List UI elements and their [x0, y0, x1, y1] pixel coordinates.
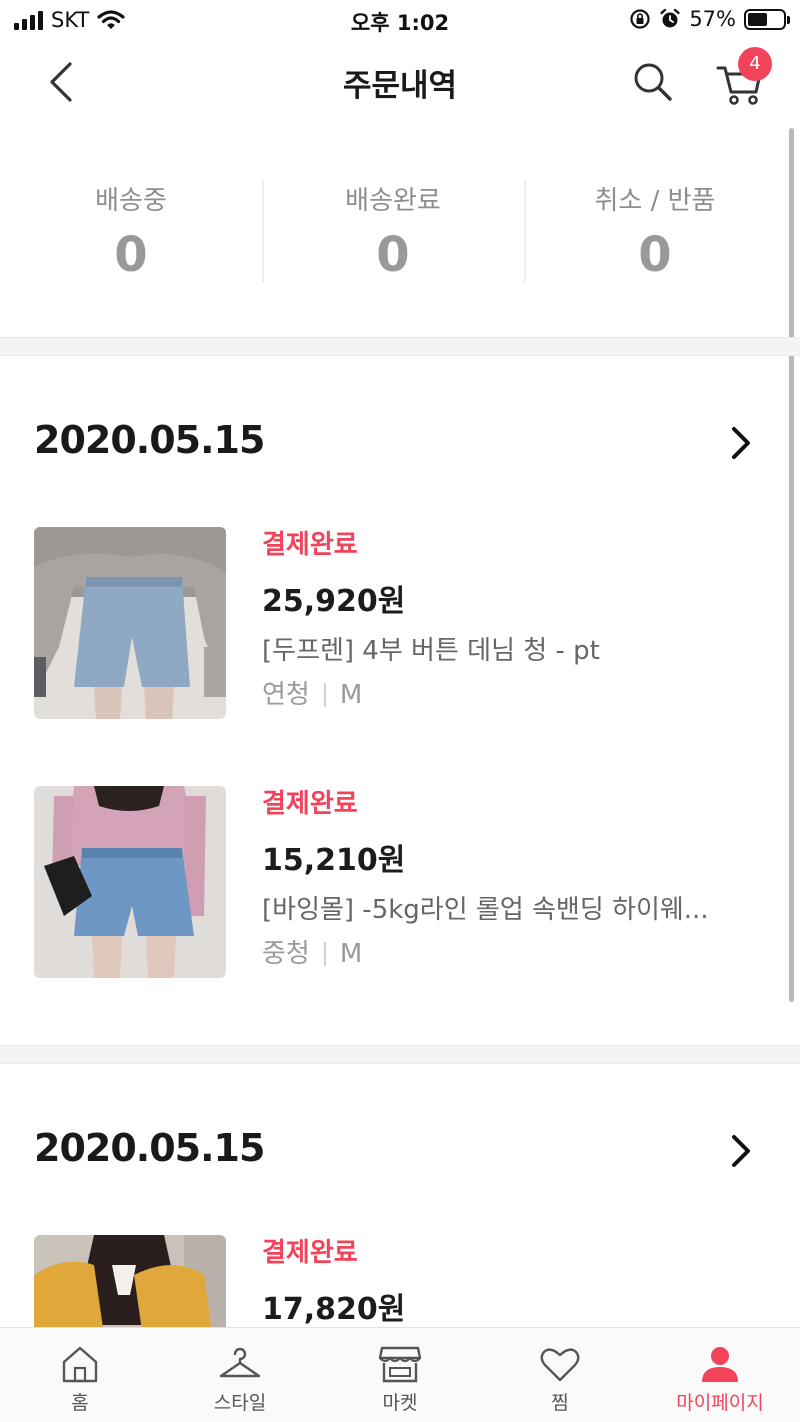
scrollbar[interactable]: [789, 128, 794, 1002]
cart-count-badge: 4: [738, 47, 772, 81]
item-color: 연청: [262, 680, 310, 710]
payment-status: 결제완료: [262, 530, 358, 560]
item-price: 25,920원: [262, 584, 406, 619]
summary-shipping[interactable]: 배송중 0: [0, 150, 262, 310]
tab-home[interactable]: 홈: [0, 1328, 160, 1422]
payment-status: 결제완료: [262, 789, 358, 819]
status-bar: SKT 오후 1:02 57%: [0, 0, 800, 40]
order-date: 2020.05.15: [34, 418, 265, 462]
summary-count: 0: [638, 227, 672, 283]
summary-count: 0: [114, 227, 148, 283]
summary-label: 취소 / 반품: [594, 186, 716, 216]
home-icon: [62, 1346, 98, 1383]
tab-label: 스타일: [213, 1392, 267, 1414]
item-options: 중청 M: [262, 936, 782, 972]
item-options: 연청 M: [262, 677, 782, 713]
battery-percent: 57%: [689, 7, 736, 31]
order-date: 2020.05.15: [34, 1126, 265, 1170]
item-info: 결제완료 15,210원 [바잉몰] -5kg라인 롤업 속밴딩 하이웨... …: [262, 786, 782, 972]
tab-style[interactable]: 스타일: [160, 1328, 320, 1422]
person-icon: [702, 1347, 738, 1382]
order-header[interactable]: 2020.05.15: [0, 1126, 800, 1186]
order-item[interactable]: 결제완료 25,920원 [두프렌] 4부 버튼 데님 청 - pt 연청 M: [0, 527, 786, 719]
tab-label: 마이페이지: [676, 1392, 764, 1414]
order-summary: 배송중 0 배송완료 0 취소 / 반품 0: [0, 150, 786, 310]
alarm-icon: [660, 8, 681, 28]
option-separator: [323, 683, 326, 707]
item-price: 15,210원: [262, 843, 406, 878]
status-right: 57%: [629, 7, 790, 31]
tab-label: 마켓: [382, 1392, 418, 1414]
section-divider: [0, 1045, 800, 1064]
summary-delivered[interactable]: 배송완료 0: [262, 150, 524, 310]
summary-count: 0: [376, 227, 410, 283]
search-icon: [634, 63, 672, 101]
tab-mypage[interactable]: 마이페이지: [640, 1328, 800, 1422]
chevron-right-icon: [732, 427, 750, 459]
bottom-tab-bar: 홈 스타일 마켓 찜 마이페이지: [0, 1327, 800, 1422]
page-title: 주문내역: [342, 68, 458, 104]
battery-icon: [744, 8, 790, 30]
summary-label: 배송완료: [345, 186, 441, 216]
store-icon: [378, 1346, 422, 1383]
tab-wishlist[interactable]: 찜: [480, 1328, 640, 1422]
tab-market[interactable]: 마켓: [320, 1328, 480, 1422]
item-size: M: [339, 680, 363, 710]
item-info: 결제완료 17,820원: [262, 1235, 782, 1329]
product-thumbnail: [34, 786, 226, 978]
payment-status: 결제완료: [262, 1238, 358, 1268]
product-thumbnail: [34, 527, 226, 719]
tab-label: 홈: [71, 1392, 89, 1414]
order-header[interactable]: 2020.05.15: [0, 418, 800, 478]
heart-icon: [540, 1348, 580, 1382]
item-name: [두프렌] 4부 버튼 데님 청 - pt: [262, 636, 600, 666]
orientation-lock-icon: [630, 9, 650, 29]
summary-label: 배송중: [95, 186, 167, 216]
item-name: [바잉몰] -5kg라인 롤업 속밴딩 하이웨...: [262, 895, 709, 925]
option-separator: [323, 942, 326, 966]
tab-label: 찜: [551, 1392, 569, 1414]
battery-fill: [748, 12, 768, 26]
item-color: 중청: [262, 939, 310, 969]
summary-cancel-return[interactable]: 취소 / 반품 0: [524, 150, 786, 310]
item-price: 17,820원: [262, 1292, 406, 1327]
item-size: M: [339, 939, 363, 969]
search-button[interactable]: [628, 58, 676, 106]
section-divider: [0, 337, 800, 356]
chevron-right-icon: [732, 1135, 750, 1167]
app-bar: 주문내역 4: [0, 40, 800, 126]
hanger-icon: [219, 1347, 261, 1378]
item-info: 결제완료 25,920원 [두프렌] 4부 버튼 데님 청 - pt 연청 M: [262, 527, 782, 713]
order-item[interactable]: 결제완료 15,210원 [바잉몰] -5kg라인 롤업 속밴딩 하이웨... …: [0, 786, 786, 978]
